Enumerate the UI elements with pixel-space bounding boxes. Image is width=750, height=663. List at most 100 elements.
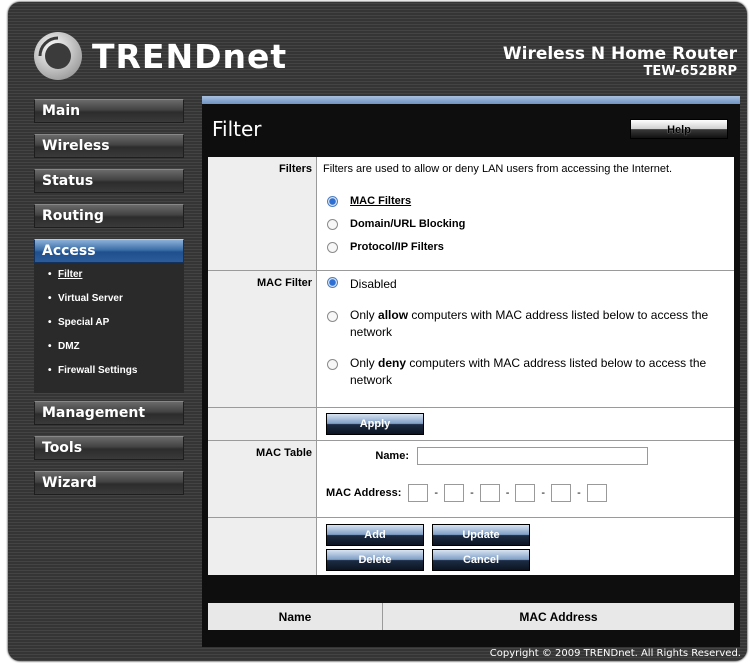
- logo-wordmark: TRENDnet: [92, 36, 288, 76]
- mac-filters-radio[interactable]: [327, 196, 338, 207]
- subnav-virtual-server[interactable]: • Virtual Server: [34, 293, 184, 317]
- domain-url-blocking-radio[interactable]: [327, 219, 338, 230]
- nav-wireless[interactable]: Wireless: [34, 134, 184, 158]
- mac-octet-2-input[interactable]: [444, 484, 465, 502]
- allow-radio[interactable]: [327, 311, 338, 322]
- column-header-name: Name: [208, 603, 383, 630]
- filter-form: Filters Filters are used to allow or den…: [208, 157, 734, 575]
- bullet-icon: •: [48, 317, 52, 328]
- add-button[interactable]: Add: [326, 524, 424, 546]
- trendnet-logo: TRENDnet: [32, 28, 287, 84]
- mac-table-row: MAC Table Name: MAC Address: - - - - -: [208, 441, 734, 518]
- subnav-firewall-settings-label: Firewall Settings: [58, 365, 138, 376]
- product-info: Wireless N Home Router TEW-652BRP: [503, 44, 737, 79]
- subnav-filter[interactable]: • Filter: [34, 269, 184, 293]
- subnav-dmz-label: DMZ: [58, 341, 80, 352]
- filter-option-protocol[interactable]: Protocol/IP Filters: [323, 241, 728, 254]
- allow-label: Only allow computers with MAC address li…: [350, 307, 728, 341]
- name-label: Name:: [375, 450, 409, 462]
- mac-filters-label: MAC Filters: [350, 195, 412, 207]
- mac-filter-allow-option[interactable]: Only allow computers with MAC address li…: [323, 307, 728, 341]
- buttons-cell: Add Update Delete Cancel: [317, 518, 734, 575]
- logo-ring-icon: [34, 32, 82, 80]
- mac-address-line: MAC Address: - - - - -: [326, 484, 734, 502]
- filters-label: Filters: [208, 157, 317, 270]
- domain-url-blocking-label: Domain/URL Blocking: [350, 218, 466, 230]
- panel-top-bar: [202, 96, 740, 104]
- nav-routing[interactable]: Routing: [34, 204, 184, 228]
- mac-octet-5-input[interactable]: [551, 484, 572, 502]
- nav-wizard[interactable]: Wizard: [34, 471, 184, 495]
- mac-table-value: Name: MAC Address: - - - - -: [317, 441, 734, 517]
- filters-value: Filters are used to allow or deny LAN us…: [317, 157, 734, 270]
- router-admin-window: TRENDnet Wireless N Home Router TEW-652B…: [8, 2, 747, 661]
- page-title: Filter: [212, 117, 262, 141]
- nav-management[interactable]: Management: [34, 401, 184, 425]
- subnav-firewall-settings[interactable]: • Firewall Settings: [34, 365, 184, 389]
- help-button[interactable]: Help: [630, 119, 728, 139]
- protocol-ip-filters-radio[interactable]: [327, 242, 338, 253]
- panel-header: Filter Help: [202, 104, 740, 150]
- filters-row: Filters Filters are used to allow or den…: [208, 157, 734, 271]
- filter-option-mac[interactable]: MAC Filters: [323, 195, 728, 208]
- product-name: Wireless N Home Router: [502, 44, 737, 64]
- mac-octet-6-input[interactable]: [586, 484, 607, 502]
- mac-octet-3-input[interactable]: [479, 484, 500, 502]
- disabled-radio[interactable]: [327, 277, 338, 288]
- bullet-icon: •: [48, 269, 52, 280]
- mac-octet-4-input[interactable]: [515, 484, 536, 502]
- mac-filter-deny-option[interactable]: Only deny computers with MAC address lis…: [323, 355, 728, 389]
- update-button[interactable]: Update: [432, 524, 530, 546]
- allow-prefix: Only: [350, 308, 379, 322]
- mac-filter-value: Disabled Only allow computers with MAC a…: [317, 271, 734, 407]
- mac-filter-row: MAC Filter Disabled Only allow computers…: [208, 271, 734, 408]
- mac-octet-1-input[interactable]: [408, 484, 429, 502]
- deny-radio[interactable]: [327, 359, 338, 370]
- access-submenu: • Filter • Virtual Server • Special AP • DMZ…: [34, 263, 184, 393]
- name-input[interactable]: [417, 447, 648, 465]
- subnav-virtual-server-label: Virtual Server: [58, 293, 123, 304]
- deny-prefix: Only: [350, 356, 379, 370]
- help-button-label: Help: [667, 124, 691, 136]
- mac-address-label: MAC Address:: [326, 487, 402, 499]
- allow-word: allow: [378, 308, 409, 322]
- name-line: Name:: [326, 447, 734, 465]
- nav-status[interactable]: Status: [34, 169, 184, 193]
- product-model: TEW-652BRP: [643, 64, 737, 79]
- buttons-bottom-line: Delete Cancel: [326, 549, 734, 571]
- mac-separator: -: [434, 487, 439, 499]
- subnav-special-ap-label: Special AP: [58, 317, 110, 328]
- column-header-mac-address: MAC Address: [519, 609, 598, 624]
- bullet-icon: •: [48, 365, 52, 376]
- cancel-button[interactable]: Cancel: [432, 549, 530, 571]
- apply-row-label-cell: [208, 408, 317, 440]
- apply-cell: Apply: [317, 408, 734, 440]
- buttons-row-label-cell: [208, 518, 317, 575]
- subnav-filter-label: Filter: [58, 269, 83, 280]
- mac-table-label: MAC Table: [208, 441, 317, 517]
- subnav-dmz[interactable]: • DMZ: [34, 341, 184, 365]
- mac-filter-disabled-option[interactable]: Disabled: [323, 276, 728, 293]
- mac-filter-label: MAC Filter: [208, 271, 317, 407]
- buttons-top-line: Add Update: [326, 524, 734, 546]
- apply-button[interactable]: Apply: [326, 413, 424, 435]
- nav-access[interactable]: Access: [34, 239, 184, 263]
- copyright-text: Copyright © 2009 TRENDnet. All Rights Re…: [489, 648, 741, 659]
- nav-tools[interactable]: Tools: [34, 436, 184, 460]
- nav-main[interactable]: Main: [34, 99, 184, 123]
- deny-label: Only deny computers with MAC address lis…: [350, 355, 728, 389]
- mac-separator: -: [470, 487, 474, 499]
- filter-option-domain[interactable]: Domain/URL Blocking: [323, 218, 728, 231]
- mac-separator: -: [505, 487, 510, 499]
- apply-row: Apply: [208, 408, 734, 441]
- disabled-label: Disabled: [350, 277, 397, 291]
- subnav-special-ap[interactable]: • Special AP: [34, 317, 184, 341]
- mac-separator: -: [541, 487, 546, 499]
- action-buttons-row: Add Update Delete Cancel: [208, 518, 734, 575]
- mac-separator: -: [577, 487, 581, 499]
- deny-word: deny: [378, 356, 407, 370]
- filters-description: Filters are used to allow or deny LAN us…: [323, 163, 673, 175]
- delete-button[interactable]: Delete: [326, 549, 424, 571]
- bullet-icon: •: [48, 293, 52, 304]
- mac-list-table-header: Name MAC Address: [208, 603, 734, 630]
